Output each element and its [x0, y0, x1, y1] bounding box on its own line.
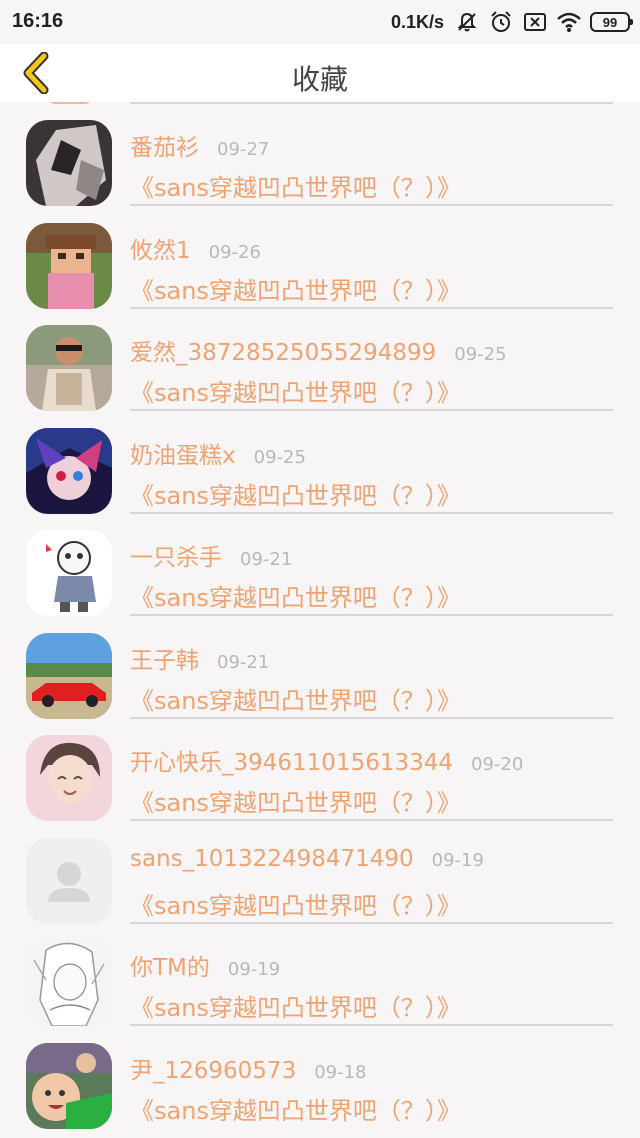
avatar[interactable] [26, 1042, 112, 1129]
work-title[interactable]: 《sans穿越凹凸世界吧（？）》 [130, 578, 461, 613]
username[interactable]: 一只杀手 [130, 538, 222, 572]
meta-line: 开心快乐_394611015613344 09-20 [130, 743, 523, 777]
work-title[interactable]: 《sans穿越凹凸世界吧（？）》 [130, 681, 461, 716]
date: 09-19 [431, 849, 484, 871]
mute-bell-icon [454, 9, 480, 35]
meta-line: 尹_126960573 09-18 [130, 1051, 367, 1085]
work-title[interactable]: 《sans穿越凹凸世界吧（？）》 [130, 168, 461, 203]
list-item[interactable]: 奶油蛋糕x 09-25 《sans穿越凹凸世界吧（？）》 [0, 410, 640, 514]
username[interactable]: 你TM的 [130, 948, 210, 982]
username[interactable]: 王子韩 [130, 641, 199, 675]
work-title[interactable]: 《sans穿越凹凸世界吧（？）》 [130, 886, 461, 921]
avatar[interactable] [26, 222, 112, 309]
work-title[interactable]: 《sans穿越凹凸世界吧（？）》 [130, 783, 461, 818]
avatar[interactable] [26, 120, 112, 206]
work-title[interactable]: 《sans穿越凹凸世界吧（？）》 [130, 373, 461, 408]
meta-line: 你TM的 09-19 [130, 948, 280, 982]
date: 09-19 [227, 959, 281, 980]
list-item[interactable]: 攸然1 09-26 《sans穿越凹凸世界吧（？）》 [0, 205, 640, 309]
default-user-icon [26, 837, 112, 924]
list-item[interactable]: 开心快乐_394611015613344 09-20 《sans穿越凹凸世界吧（… [0, 717, 640, 821]
date: 09-25 [253, 446, 306, 468]
date: 09-21 [217, 651, 270, 673]
network-speed: 0.1K/s [390, 11, 444, 32]
favorites-list: 番茄衫 09-27 《sans穿越凹凸世界吧（？）》 攸然1 09-26 《sa… [0, 102, 640, 1138]
avatar[interactable] [26, 427, 112, 514]
list-item[interactable]: 爱然_38728525055294899 09-25 《sans穿越凹凸世界吧（… [0, 307, 640, 411]
username[interactable]: sans_101322498471490 [130, 846, 414, 872]
username[interactable]: 攸然1 [130, 231, 191, 265]
list-item[interactable]: 你TM的 09-19 《sans穿越凹凸世界吧（？）》 [0, 922, 640, 1026]
meta-line: 王子韩 09-21 [130, 641, 269, 675]
date: 09-25 [454, 344, 507, 365]
username[interactable]: 开心快乐_394611015613344 [130, 743, 453, 777]
username[interactable]: 爱然_38728525055294899 [130, 333, 436, 367]
list-item[interactable]: sans_101322498471490 09-19 《sans穿越凹凸世界吧（… [0, 820, 640, 924]
wifi-icon [556, 9, 582, 35]
avatar[interactable] [26, 837, 112, 924]
no-sim-icon [522, 9, 548, 35]
status-icons: 0.1K/s 99 [390, 8, 633, 36]
meta-line: 攸然1 09-26 [130, 231, 261, 265]
work-title[interactable]: 《sans穿越凹凸世界吧（？）》 [130, 988, 461, 1023]
username[interactable]: 尹_126960573 [130, 1051, 296, 1085]
meta-line: 爱然_38728525055294899 09-25 [130, 333, 507, 367]
alarm-clock-icon [488, 9, 514, 35]
date: 09-27 [217, 139, 270, 160]
avatar[interactable] [26, 940, 112, 1026]
work-title[interactable]: 《sans穿越凹凸世界吧（？）》 [130, 476, 461, 511]
date: 09-20 [471, 754, 524, 775]
meta-line: sans_101322498471490 09-19 [130, 846, 484, 872]
avatar[interactable] [26, 632, 112, 719]
avatar[interactable] [26, 325, 112, 411]
username[interactable]: 奶油蛋糕x [130, 436, 236, 470]
list-item[interactable]: 一只杀手 09-21 《sans穿越凹凸世界吧（？）》 [0, 512, 640, 616]
date: 09-26 [208, 241, 261, 263]
list-item[interactable]: 尹_126960573 09-18 《sans穿越凹凸世界吧（？）》 [0, 1025, 640, 1129]
work-title[interactable]: 《sans穿越凹凸世界吧（？）》 [130, 1091, 461, 1126]
status-time: 16:16 [12, 10, 64, 32]
avatar[interactable] [26, 735, 112, 821]
page-title: 收藏 [291, 63, 348, 96]
date: 09-18 [314, 1061, 367, 1083]
avatar[interactable] [26, 530, 112, 616]
list-item[interactable]: 番茄衫 09-27 《sans穿越凹凸世界吧（？）》 [0, 102, 640, 206]
date: 09-21 [240, 549, 293, 570]
work-title[interactable]: 《sans穿越凹凸世界吧（？）》 [130, 271, 461, 306]
meta-line: 一只杀手 09-21 [130, 538, 292, 572]
meta-line: 奶油蛋糕x 09-25 [130, 436, 306, 470]
meta-line: 番茄衫 09-27 [130, 128, 269, 162]
title-bar: 收藏 [0, 44, 640, 102]
username[interactable]: 番茄衫 [130, 128, 199, 162]
list-item[interactable]: 王子韩 09-21 《sans穿越凹凸世界吧（？）》 [0, 615, 640, 719]
battery-icon: 99 [590, 12, 633, 32]
status-bar: 16:16 0.1K/s 99 [0, 0, 640, 44]
